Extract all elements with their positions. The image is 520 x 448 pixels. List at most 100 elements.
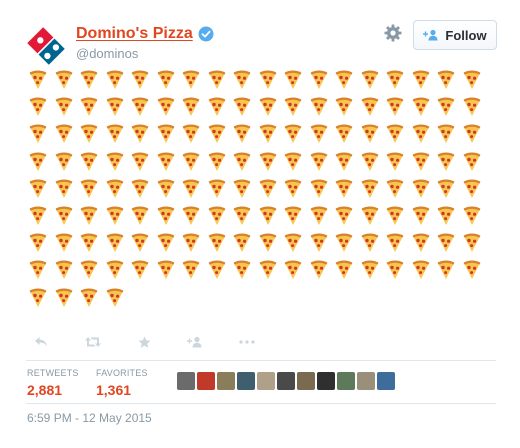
pizza-slice-icon: [361, 179, 378, 198]
pizza-slice-icon: [233, 70, 251, 89]
pizza-slice-icon: [284, 124, 302, 144]
gear-icon[interactable]: [384, 24, 402, 42]
favoriters-avatars: [177, 372, 397, 390]
follow-button[interactable]: Follow: [413, 20, 497, 50]
pizza-slice-icon: [284, 179, 302, 198]
favoriter-avatar[interactable]: [177, 372, 195, 390]
pizza-slice-icon: [463, 260, 480, 280]
retweets-label: RETWEETS: [27, 368, 79, 378]
pizza-slice-icon: [208, 97, 225, 117]
tweet-actions: [34, 334, 291, 350]
pizza-slice-icon: [131, 124, 149, 144]
follow-action-button[interactable]: [187, 334, 203, 350]
pizza-slice-icon: [310, 70, 327, 89]
favorite-button[interactable]: [138, 334, 151, 350]
pizza-slice-icon: [157, 233, 174, 253]
pizza-slice-icon: [259, 70, 276, 89]
pizza-slice-icon: [386, 97, 404, 117]
pizza-slice-icon: [80, 206, 98, 225]
verified-badge-icon: [198, 26, 214, 42]
favoriter-avatar[interactable]: [297, 372, 315, 390]
favoriter-avatar[interactable]: [197, 372, 215, 390]
pizza-slice-icon: [386, 152, 404, 171]
favoriter-avatar[interactable]: [317, 372, 335, 390]
pizza-slice-icon: [106, 97, 123, 117]
favoriter-avatar[interactable]: [357, 372, 375, 390]
pizza-slice-icon: [55, 179, 72, 198]
pizza-slice-icon: [259, 97, 276, 117]
pizza-slice-icon: [335, 124, 353, 144]
pizza-slice-icon: [29, 233, 47, 253]
pizza-slice-icon: [106, 179, 123, 198]
pizza-slice-icon: [182, 124, 200, 144]
pizza-slice-icon: [131, 206, 149, 225]
pizza-slice-icon: [106, 288, 123, 307]
reply-button[interactable]: [34, 334, 48, 350]
pizza-slice-icon: [80, 288, 98, 307]
pizza-slice-icon: [386, 233, 404, 253]
pizza-slice-icon: [463, 97, 480, 117]
pizza-slice-icon: [106, 206, 123, 225]
pizza-slice-icon: [310, 124, 327, 144]
retweet-button[interactable]: [84, 334, 102, 350]
reply-icon: [35, 337, 47, 347]
more-button[interactable]: [239, 334, 255, 350]
pizza-slice-icon: [80, 124, 98, 144]
pizza-slice-icon: [29, 70, 47, 89]
pizza-slice-icon: [361, 97, 378, 117]
pizza-slice-icon: [80, 260, 98, 280]
pizza-slice-icon: [208, 70, 225, 89]
retweets-count: 2,881: [27, 382, 63, 398]
favorites-stat[interactable]: FAVORITES 1,361: [96, 368, 148, 398]
display-name-link[interactable]: Domino's Pizza: [76, 25, 193, 43]
pizza-slice-icon: [361, 124, 378, 144]
pizza-slice-icon: [259, 152, 276, 171]
pizza-slice-icon: [361, 152, 378, 171]
favoriter-avatar[interactable]: [237, 372, 255, 390]
pizza-slice-icon: [208, 124, 225, 144]
retweets-stat[interactable]: RETWEETS 2,881: [27, 368, 79, 398]
pizza-slice-icon: [106, 70, 123, 89]
pizza-slice-icon: [386, 179, 404, 198]
pizza-slice-icon: [80, 70, 98, 89]
pizza-slice-icon: [412, 260, 429, 280]
pizza-slice-icon: [259, 206, 276, 225]
pizza-slice-icon: [80, 97, 98, 117]
dominos-logo[interactable]: [26, 26, 66, 66]
pizza-slice-icon: [29, 124, 47, 144]
pizza-slice-icon: [106, 260, 123, 280]
pizza-slice-icon: [361, 206, 378, 225]
pizza-slice-icon: [310, 179, 327, 198]
pizza-slice-icon: [182, 152, 200, 171]
favoriter-avatar[interactable]: [337, 372, 355, 390]
pizza-slice-icon: [412, 152, 429, 171]
pizza-slice-icon: [106, 124, 123, 144]
pizza-slice-icon: [437, 260, 455, 280]
pizza-slice-icon: [437, 97, 455, 117]
pizza-slice-icon: [157, 70, 174, 89]
pizza-slice-icon: [412, 124, 429, 144]
pizza-slice-icon: [182, 260, 200, 280]
favoriter-avatar[interactable]: [277, 372, 295, 390]
follow-label: Follow: [445, 27, 487, 43]
tweet-timestamp[interactable]: 6:59 PM - 12 May 2015: [27, 411, 152, 425]
favorite-star-icon: [138, 336, 151, 348]
pizza-slice-icon: [463, 206, 480, 225]
pizza-slice-icon: [208, 206, 225, 225]
favoriter-avatar[interactable]: [257, 372, 275, 390]
pizza-slice-icon: [131, 179, 149, 198]
pizza-slice-icon: [29, 179, 47, 198]
pizza-slice-icon: [157, 179, 174, 198]
pizza-slice-icon: [131, 152, 149, 171]
favoriter-avatar[interactable]: [217, 372, 235, 390]
pizza-slice-icon: [361, 260, 378, 280]
pizza-slice-icon: [437, 70, 455, 89]
pizza-slice-icon: [335, 70, 353, 89]
pizza-slice-icon: [233, 152, 251, 171]
pizza-slice-icon: [412, 70, 429, 89]
pizza-slice-icon: [463, 124, 480, 144]
pizza-slice-icon: [335, 233, 353, 253]
favoriter-avatar[interactable]: [377, 372, 395, 390]
name-row: Domino's Pizza: [76, 25, 214, 43]
pizza-slice-icon: [412, 206, 429, 225]
